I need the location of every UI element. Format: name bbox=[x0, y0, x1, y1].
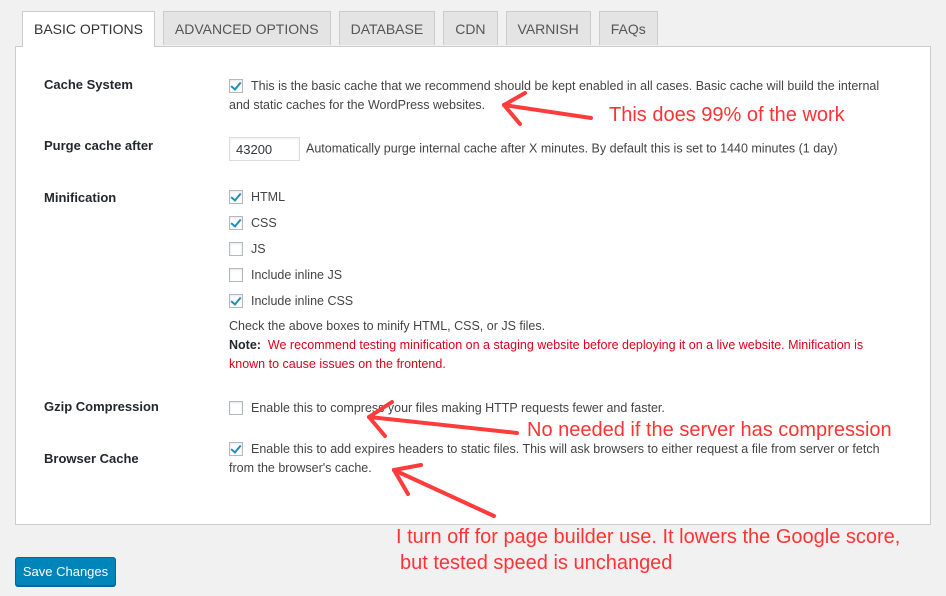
minification-note-2: known to cause issues on the frontend. bbox=[229, 357, 446, 371]
tab-varnish[interactable]: VARNISH bbox=[505, 11, 591, 45]
purge-cache-description: Automatically purge internal cache after… bbox=[306, 141, 838, 156]
minify-js-option[interactable]: JS bbox=[229, 242, 266, 256]
minify-html-label: HTML bbox=[251, 190, 286, 204]
tab-cdn[interactable]: CDN bbox=[443, 11, 498, 45]
minify-js-label: JS bbox=[251, 242, 266, 256]
minification-note-1: We recommend testing minification on a s… bbox=[267, 338, 864, 352]
minify-js-checkbox[interactable] bbox=[229, 242, 243, 256]
browser-cache-description-2: from the browser's cache. bbox=[229, 461, 372, 475]
minification-label: Minification bbox=[44, 190, 117, 205]
minify-inline-css-checkbox[interactable] bbox=[229, 294, 243, 308]
minify-inline-css-label: Include inline CSS bbox=[251, 294, 354, 308]
tab-advanced-options[interactable]: ADVANCED OPTIONS bbox=[162, 11, 331, 45]
annotation-cache-note: This does 99% of the work bbox=[609, 104, 845, 126]
purge-cache-field: 43200 Automatically purge internal cache … bbox=[229, 137, 909, 161]
cache-system-checkbox[interactable] bbox=[229, 79, 243, 93]
minify-css-option[interactable]: CSS bbox=[229, 216, 277, 230]
cache-system-description-1: This is the basic cache that we recommen… bbox=[251, 79, 880, 93]
annotation-gzip-note: No needed if the server has compression bbox=[527, 419, 892, 441]
cache-system-label: Cache System bbox=[44, 77, 133, 92]
minify-html-option[interactable]: HTML bbox=[229, 190, 285, 204]
cache-system-description-2: and static caches for the WordPress webs… bbox=[229, 98, 486, 112]
minification-help-text: Check the above boxes to minify HTML, CS… bbox=[229, 319, 546, 333]
minify-inline-css-option[interactable]: Include inline CSS bbox=[229, 294, 353, 308]
minify-html-checkbox[interactable] bbox=[229, 190, 243, 204]
minify-css-label: CSS bbox=[251, 216, 277, 230]
settings-tabs: BASIC OPTIONS ADVANCED OPTIONS DATABASE … bbox=[22, 11, 666, 47]
browser-cache-label: Browser Cache bbox=[44, 451, 139, 466]
browser-cache-checkbox[interactable] bbox=[229, 442, 243, 456]
purge-cache-input[interactable]: 43200 bbox=[229, 137, 300, 161]
gzip-label: Gzip Compression bbox=[44, 399, 159, 414]
gzip-description: Enable this to compress your files makin… bbox=[251, 401, 665, 415]
gzip-field: Enable this to compress your files makin… bbox=[229, 399, 909, 418]
minify-css-checkbox[interactable] bbox=[229, 216, 243, 230]
minify-inline-js-option[interactable]: Include inline JS bbox=[229, 268, 342, 282]
tab-faqs[interactable]: FAQs bbox=[598, 11, 658, 45]
gzip-checkbox[interactable] bbox=[229, 401, 243, 415]
minification-note-label: Note: bbox=[229, 338, 261, 352]
save-changes-button[interactable]: Save Changes bbox=[15, 557, 116, 586]
minify-inline-js-label: Include inline JS bbox=[251, 268, 343, 282]
browser-cache-field: Enable this to add expires headers to st… bbox=[229, 440, 919, 478]
minification-help: Check the above boxes to minify HTML, CS… bbox=[229, 317, 909, 374]
tab-basic-options[interactable]: BASIC OPTIONS bbox=[22, 11, 155, 47]
minify-inline-js-checkbox[interactable] bbox=[229, 268, 243, 282]
purge-cache-label: Purge cache after bbox=[44, 138, 154, 153]
tab-database[interactable]: DATABASE bbox=[338, 11, 436, 45]
browser-cache-description-1: Enable this to add expires headers to st… bbox=[251, 442, 880, 456]
annotation-browser-note-1: I turn off for page builder use. It lowe… bbox=[396, 526, 901, 548]
annotation-browser-note-2: but tested speed is unchanged bbox=[400, 552, 673, 574]
